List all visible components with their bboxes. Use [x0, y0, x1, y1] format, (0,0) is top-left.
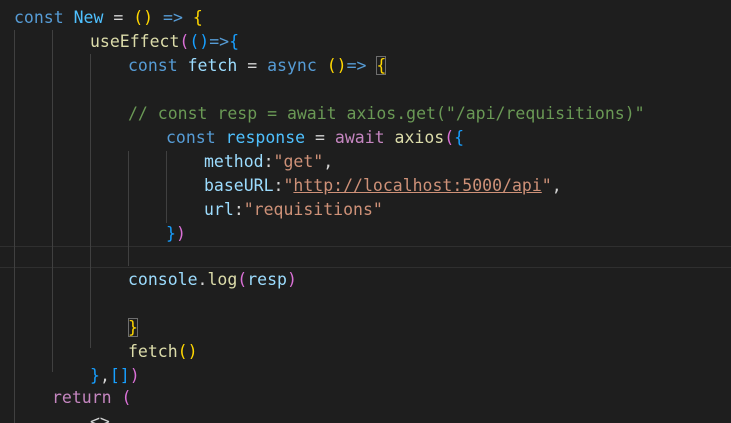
- bracket: []: [109, 366, 130, 385]
- code-line-12[interactable]: console.log(resp): [128, 268, 297, 292]
- code-line-10[interactable]: }): [166, 222, 186, 246]
- arrow: =>: [209, 32, 230, 51]
- code-line-2[interactable]: useEffect(()=>{: [90, 30, 239, 54]
- keyword: await: [334, 128, 385, 147]
- identifier: resp: [247, 270, 287, 289]
- code-editor[interactable]: const New = () => { useEffect(()=>{ cons…: [0, 0, 731, 423]
- bracket: {: [229, 32, 240, 51]
- identifier: console: [128, 270, 198, 289]
- bracket: (): [133, 8, 154, 27]
- identifier: New: [73, 8, 104, 27]
- bracket-highlighted: {: [376, 56, 387, 75]
- string-quote: ": [541, 176, 552, 195]
- keyword: async: [267, 56, 317, 75]
- bracket: ): [175, 224, 186, 243]
- url-link[interactable]: http://localhost:5000/api: [293, 176, 541, 195]
- bracket: ): [129, 366, 140, 385]
- bracket: (: [121, 388, 132, 407]
- code-line-15[interactable]: fetch(): [128, 340, 198, 364]
- colon: :: [263, 152, 274, 171]
- code-line-3[interactable]: const fetch = async ()=> {: [128, 54, 387, 78]
- comment: // const resp = await axios.get("/api/re…: [128, 104, 645, 123]
- operator: =: [103, 8, 134, 27]
- bracket: (): [177, 342, 198, 361]
- comma: ,: [99, 366, 110, 385]
- code-line-6[interactable]: const response = await axios({: [166, 126, 464, 150]
- bracket: (): [189, 32, 210, 51]
- bracket: ): [286, 270, 297, 289]
- colon: :: [273, 176, 284, 195]
- code-line-9[interactable]: url:"requisitions": [204, 198, 383, 222]
- code-line-14[interactable]: }: [128, 316, 138, 340]
- property-key: method: [204, 152, 264, 171]
- function-name: log: [207, 270, 238, 289]
- code-line-17[interactable]: return (: [52, 386, 131, 410]
- string: "requisitions": [243, 200, 383, 219]
- string: "get": [273, 152, 324, 171]
- bracket: {: [192, 8, 203, 27]
- arrow: =>: [153, 8, 193, 27]
- indent-guide: [52, 30, 53, 372]
- string-quote: ": [283, 176, 294, 195]
- bracket: (: [237, 270, 248, 289]
- property-key: url: [204, 200, 234, 219]
- function-name: axios: [394, 128, 445, 147]
- function-name: fetch: [128, 342, 178, 361]
- function-name: useEffect: [90, 32, 180, 51]
- keyword: const: [128, 56, 178, 75]
- keyword: const: [166, 128, 216, 147]
- code-line-1[interactable]: const New = () => {: [14, 6, 203, 30]
- code-line-5[interactable]: // const resp = await axios.get("/api/re…: [128, 102, 645, 126]
- indent-guide: [14, 30, 15, 423]
- identifier: response: [225, 128, 306, 147]
- bracket: }: [166, 224, 176, 243]
- comma: ,: [323, 152, 334, 171]
- jsx-fragment-tag: <>: [90, 412, 110, 423]
- operator: =: [237, 56, 268, 75]
- property-key: baseURL: [204, 176, 274, 195]
- keyword: return: [52, 388, 112, 407]
- bracket: (: [179, 32, 190, 51]
- bracket: {: [454, 128, 465, 147]
- bracket-highlighted: }: [128, 318, 138, 337]
- indent-guide: [90, 54, 91, 348]
- identifier: fetch: [187, 56, 238, 75]
- indent-guide: [128, 151, 129, 266]
- dot: .: [197, 270, 208, 289]
- keyword: const: [14, 8, 64, 27]
- colon: :: [233, 200, 244, 219]
- code-line-8[interactable]: baseURL:"http://localhost:5000/api",: [204, 174, 562, 198]
- arrow: =>: [346, 56, 367, 75]
- bracket: (: [444, 128, 455, 147]
- indent-guide: [166, 151, 167, 223]
- code-line-18[interactable]: <>: [90, 410, 110, 423]
- bracket: (): [326, 56, 347, 75]
- bracket: }: [90, 366, 100, 385]
- code-line-16[interactable]: },[]): [90, 364, 140, 388]
- code-line-7[interactable]: method:"get",: [204, 150, 333, 174]
- current-line-highlight: [0, 246, 731, 268]
- comma: ,: [551, 176, 562, 195]
- operator: =: [305, 128, 335, 147]
